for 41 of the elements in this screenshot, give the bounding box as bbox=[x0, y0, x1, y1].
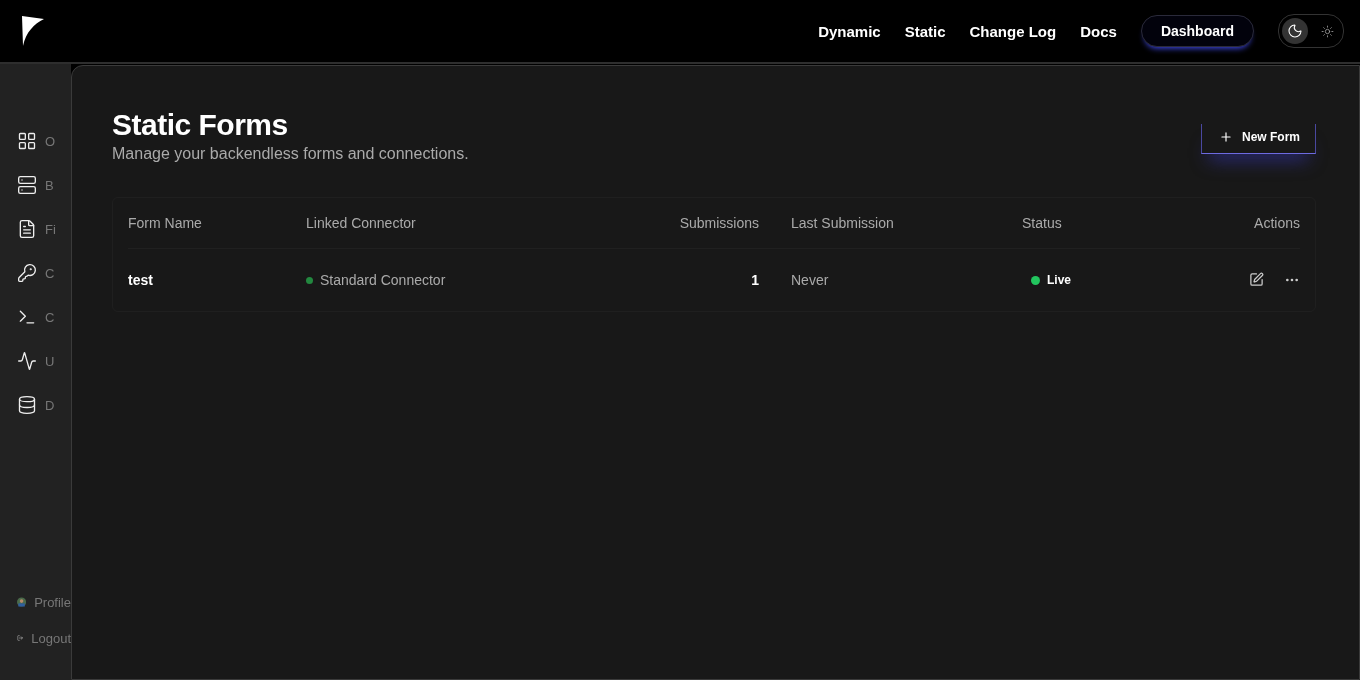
dashboard-button[interactable]: Dashboard bbox=[1140, 15, 1254, 47]
sun-icon[interactable] bbox=[1320, 24, 1334, 38]
nav-link[interactable]: Change Log bbox=[969, 22, 1057, 40]
sidebar-label: U bbox=[45, 353, 55, 369]
grid-icon[interactable] bbox=[17, 131, 37, 151]
column-header: Linked Connector bbox=[306, 215, 417, 231]
sidebar-label: B bbox=[45, 177, 54, 193]
table-cell: Standard Connector bbox=[320, 272, 446, 288]
logo-icon[interactable] bbox=[22, 16, 44, 46]
new-form-button[interactable]: New Form bbox=[1201, 124, 1316, 154]
sidebar-label: D bbox=[45, 397, 55, 413]
key-icon[interactable] bbox=[17, 263, 37, 283]
table-cell-text: test bbox=[128, 272, 154, 288]
page-title: Static Forms bbox=[112, 108, 289, 142]
sidebar-label: O bbox=[45, 133, 56, 149]
edit-icon[interactable] bbox=[1249, 272, 1264, 287]
server-icon[interactable] bbox=[17, 175, 37, 195]
nav-link[interactable]: Dynamic bbox=[818, 22, 881, 40]
database-icon[interactable] bbox=[17, 395, 37, 415]
terminal-icon[interactable] bbox=[17, 307, 37, 327]
document-icon[interactable] bbox=[17, 219, 37, 239]
table-cell-text: 1 bbox=[750, 272, 759, 288]
sidebar-label: Profile bbox=[34, 594, 71, 610]
plus-icon bbox=[1219, 130, 1233, 144]
column-header: Form Name bbox=[128, 215, 203, 231]
table-cell-text: Never bbox=[790, 272, 830, 288]
page-subtitle: Manage your backendless forms and connections. bbox=[112, 145, 469, 163]
moon-icon[interactable] bbox=[1287, 23, 1303, 39]
nav-link[interactable]: Static bbox=[904, 22, 946, 40]
pulse-icon[interactable] bbox=[17, 351, 37, 371]
status-label: Live bbox=[1047, 273, 1071, 287]
moon-button[interactable] bbox=[1282, 18, 1308, 44]
column-header: Status bbox=[1022, 215, 1063, 231]
sidebar-label: C bbox=[45, 309, 55, 325]
sidebar-label: Logout bbox=[31, 630, 71, 646]
sidebar-label: Fi bbox=[45, 221, 56, 237]
column-header: Last Submission bbox=[790, 215, 895, 231]
column-header: Submissions bbox=[678, 215, 759, 231]
column-header: Actions bbox=[1253, 215, 1300, 231]
nav-link[interactable]: Docs bbox=[1080, 22, 1117, 40]
sidebar-label: C bbox=[45, 265, 55, 281]
